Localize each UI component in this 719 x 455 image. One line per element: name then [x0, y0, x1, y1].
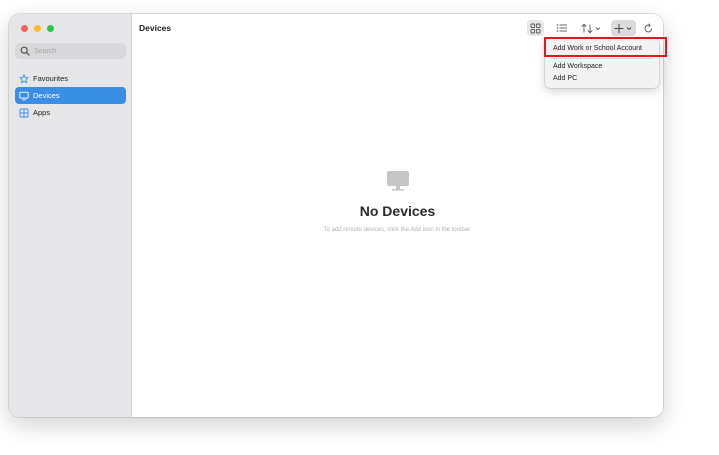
grid-view-button[interactable] — [527, 20, 544, 36]
menu-separator — [551, 58, 653, 59]
sidebar-item-devices[interactable]: Devices — [15, 87, 126, 104]
sidebar-item-favourites[interactable]: Favourites — [15, 70, 126, 87]
sidebar: Favourites Devices — [9, 14, 132, 417]
zoom-window-button[interactable] — [47, 25, 54, 32]
add-button[interactable] — [611, 20, 636, 36]
menu-item-add-pc[interactable]: Add PC — [553, 75, 577, 82]
close-window-button[interactable] — [21, 25, 28, 32]
page-title: Devices — [139, 23, 172, 33]
sidebar-item-label: Favourites — [33, 74, 69, 83]
sort-button[interactable] — [578, 20, 604, 36]
highlight-box — [544, 37, 667, 57]
grid-icon — [19, 108, 29, 118]
star-icon — [19, 73, 29, 84]
grid-view-icon — [530, 23, 541, 34]
add-icon — [614, 23, 633, 34]
monitor-icon — [19, 91, 29, 101]
monitor-icon — [386, 170, 410, 197]
sidebar-item-label: Apps — [33, 108, 51, 117]
refresh-icon — [643, 22, 654, 34]
search-input[interactable] — [34, 47, 119, 55]
empty-state-title: No Devices — [359, 203, 436, 219]
empty-state: No Devices To add remote devices, click … — [132, 170, 663, 233]
minimize-window-button[interactable] — [34, 25, 41, 32]
sidebar-item-label: Devices — [33, 91, 60, 100]
menu-item-add-workspace[interactable]: Add Workspace — [553, 63, 602, 70]
empty-state-message: To add remote devices, click the Add ico… — [323, 227, 472, 233]
refresh-button[interactable] — [640, 20, 657, 36]
sidebar-nav: Favourites Devices Apps — [15, 70, 126, 121]
list-view-button[interactable] — [553, 20, 571, 36]
window-controls — [21, 25, 54, 32]
sidebar-item-apps[interactable]: Apps — [15, 104, 126, 121]
search-icon — [20, 46, 30, 56]
search-field[interactable] — [15, 43, 126, 59]
toolbar — [527, 20, 657, 36]
sort-icon — [581, 23, 601, 34]
list-view-icon — [556, 23, 568, 33]
